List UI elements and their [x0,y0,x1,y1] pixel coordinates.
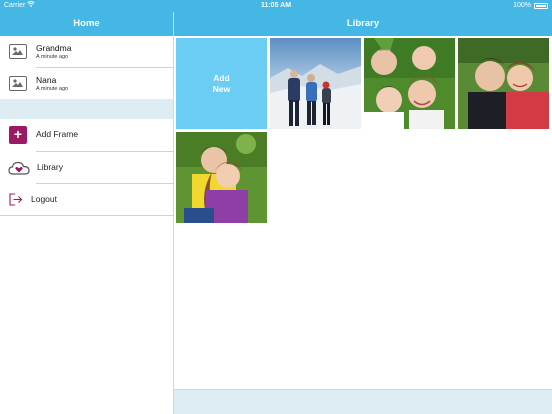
picture-frame-icon [9,76,27,91]
battery-indicator: 100% [513,0,548,12]
library-button[interactable]: Library [0,152,173,184]
status-time: 11:05 AM [260,2,292,9]
photo-family-grass[interactable] [364,38,455,129]
library-grid: Add New [176,38,552,388]
split-divider [173,12,174,414]
row-separator [0,215,173,216]
sidebar-title: Home [73,18,100,29]
sidebar-navbar: Home [0,12,173,36]
logout-icon [9,193,23,206]
library-bottom-bar [174,389,552,414]
contact-nana[interactable]: Nana A minute ago [0,68,173,100]
contact-name: Grandma [36,43,72,53]
section-spacer [0,99,173,119]
status-bar: Carrier 11:05 AM 100% [0,0,552,12]
battery-icon [534,3,548,9]
logout-button[interactable]: Logout [0,184,173,216]
photo-siblings-hug[interactable] [176,132,267,223]
picture-frame-icon [9,44,27,59]
sidebar: Grandma A minute ago Nana A minute ago +… [0,36,173,414]
contact-name: Nana [36,75,57,85]
library-label: Library [37,162,63,172]
add-frame-button[interactable]: + Add Frame [0,119,173,151]
add-new-line1: Add [213,72,230,83]
contact-time: A minute ago [36,86,69,92]
cloud-heart-icon [8,161,30,175]
add-new-tile[interactable]: Add New [176,38,267,129]
photo-kids-lying[interactable] [458,38,549,129]
add-frame-label: Add Frame [36,129,79,139]
battery-text: 100% [513,2,531,9]
contact-grandma[interactable]: Grandma A minute ago [0,36,173,68]
logout-label: Logout [31,194,57,204]
photo-snow-family[interactable] [270,38,361,129]
library-navbar: Library [174,12,552,36]
add-new-line2: New [212,83,231,94]
plus-icon: + [9,126,27,144]
contact-time: A minute ago [36,54,69,60]
library-title: Library [346,18,380,29]
